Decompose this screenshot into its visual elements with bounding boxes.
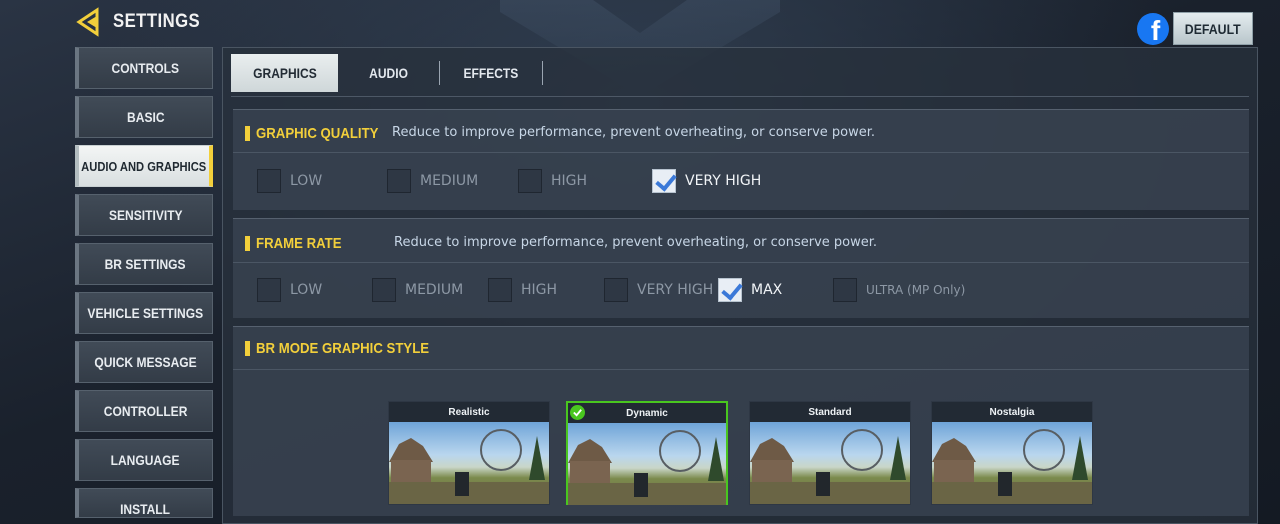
style-preview-image <box>568 423 726 505</box>
sidebar-item-label: SENSITIVITY <box>108 207 183 223</box>
frame-rate-heading: FRAME RATE <box>245 232 353 254</box>
style-preview-image <box>389 422 549 504</box>
checkbox[interactable] <box>518 169 542 193</box>
style-preview-image <box>932 422 1092 504</box>
checkbox[interactable] <box>488 278 512 302</box>
tabs-divider <box>231 96 1249 97</box>
sidebar-item-label: QUICK MESSAGE <box>94 354 197 370</box>
section-marker <box>245 235 250 251</box>
style-preview-image <box>750 422 910 504</box>
fr-option-very-high[interactable]: VERY HIGH <box>604 278 713 302</box>
style-card-title: Dynamic <box>568 403 726 423</box>
style-card-realistic[interactable]: Realistic <box>388 401 550 505</box>
page-title: SETTINGS <box>113 11 201 32</box>
checkbox-checked[interactable] <box>718 278 742 302</box>
header: SETTINGS <box>75 6 212 38</box>
checkbox[interactable] <box>833 278 857 302</box>
tab-graphics[interactable]: GRAPHICS <box>231 54 338 92</box>
sidebar-item-label: CONTROLLER <box>103 403 188 419</box>
section-marker <box>245 340 250 356</box>
checkbox[interactable] <box>372 278 396 302</box>
sidebar-item-vehicle-settings[interactable]: VEHICLE SETTINGS <box>75 292 213 334</box>
graphic-quality-description: Reduce to improve performance, prevent o… <box>392 125 876 140</box>
default-button[interactable]: DEFAULT <box>1173 12 1253 45</box>
sidebar-item-controller[interactable]: CONTROLLER <box>75 390 213 432</box>
style-card-title: Standard <box>750 402 910 422</box>
section-marker <box>245 125 250 141</box>
facebook-icon[interactable]: f <box>1137 13 1169 45</box>
sidebar-item-language[interactable]: LANGUAGE <box>75 439 213 481</box>
back-arrow-icon[interactable] <box>75 7 105 37</box>
gq-option-very-high[interactable]: VERY HIGH <box>652 169 761 193</box>
settings-panel: GRAPHICS AUDIO EFFECTS GRAPHIC QUALITY R… <box>222 47 1258 524</box>
sidebar-item-audio-and-graphics[interactable]: AUDIO AND GRAPHICS <box>75 145 213 187</box>
section-divider <box>233 152 1249 153</box>
style-card-dynamic[interactable]: Dynamic <box>566 401 728 505</box>
checkbox-checked[interactable] <box>652 169 676 193</box>
section-divider <box>233 262 1249 263</box>
fr-option-max[interactable]: MAX <box>718 278 782 302</box>
gq-option-high[interactable]: HIGH <box>518 169 587 193</box>
fr-option-high[interactable]: HIGH <box>488 278 557 302</box>
style-card-title: Nostalgia <box>932 402 1092 422</box>
frame-rate-description: Reduce to improve performance, prevent o… <box>394 235 878 250</box>
style-card-title: Realistic <box>389 402 549 422</box>
gq-option-medium[interactable]: MEDIUM <box>387 169 478 193</box>
br-style-heading: BR MODE GRAPHIC STYLE <box>245 337 453 359</box>
tab-bar: GRAPHICS AUDIO EFFECTS <box>231 54 543 92</box>
style-card-nostalgia[interactable]: Nostalgia <box>931 401 1093 505</box>
fr-option-ultra[interactable]: ULTRA (MP Only) <box>833 278 965 302</box>
sidebar-item-quick-message[interactable]: QUICK MESSAGE <box>75 341 213 383</box>
fr-option-medium[interactable]: MEDIUM <box>372 278 463 302</box>
checkbox[interactable] <box>604 278 628 302</box>
tab-audio[interactable]: AUDIO <box>338 54 439 92</box>
sidebar-item-sensitivity[interactable]: SENSITIVITY <box>75 194 213 236</box>
sidebar-item-controls[interactable]: CONTROLS <box>75 47 213 89</box>
checkmark-icon <box>570 405 585 420</box>
sidebar-item-label: LANGUAGE <box>111 452 180 468</box>
sidebar: CONTROLS BASIC AUDIO AND GRAPHICS SENSIT… <box>75 47 213 524</box>
checkbox[interactable] <box>257 169 281 193</box>
checkbox[interactable] <box>257 278 281 302</box>
sidebar-item-label: VEHICLE SETTINGS <box>87 305 204 321</box>
sidebar-item-label: BASIC <box>126 109 165 125</box>
section-divider <box>233 369 1249 370</box>
graphic-quality-section: GRAPHIC QUALITY Reduce to improve perfor… <box>233 109 1249 210</box>
tab-effects[interactable]: EFFECTS <box>440 54 542 92</box>
checkbox[interactable] <box>387 169 411 193</box>
sidebar-item-basic[interactable]: BASIC <box>75 96 213 138</box>
sidebar-item-install[interactable]: INSTALL <box>75 488 213 518</box>
style-card-standard[interactable]: Standard <box>749 401 911 505</box>
sidebar-item-label: BR SETTINGS <box>105 256 186 272</box>
gq-option-low[interactable]: LOW <box>257 169 322 193</box>
sidebar-item-label: CONTROLS <box>111 60 180 76</box>
sidebar-item-label: INSTALL <box>120 501 171 517</box>
fr-option-low[interactable]: LOW <box>257 278 322 302</box>
sidebar-item-br-settings[interactable]: BR SETTINGS <box>75 243 213 285</box>
frame-rate-section: FRAME RATE Reduce to improve performance… <box>233 218 1249 318</box>
graphic-quality-heading: GRAPHIC QUALITY <box>245 122 395 144</box>
br-style-section: BR MODE GRAPHIC STYLE <box>233 326 1249 516</box>
tab-divider <box>542 61 543 85</box>
sidebar-item-label: AUDIO AND GRAPHICS <box>81 158 207 174</box>
